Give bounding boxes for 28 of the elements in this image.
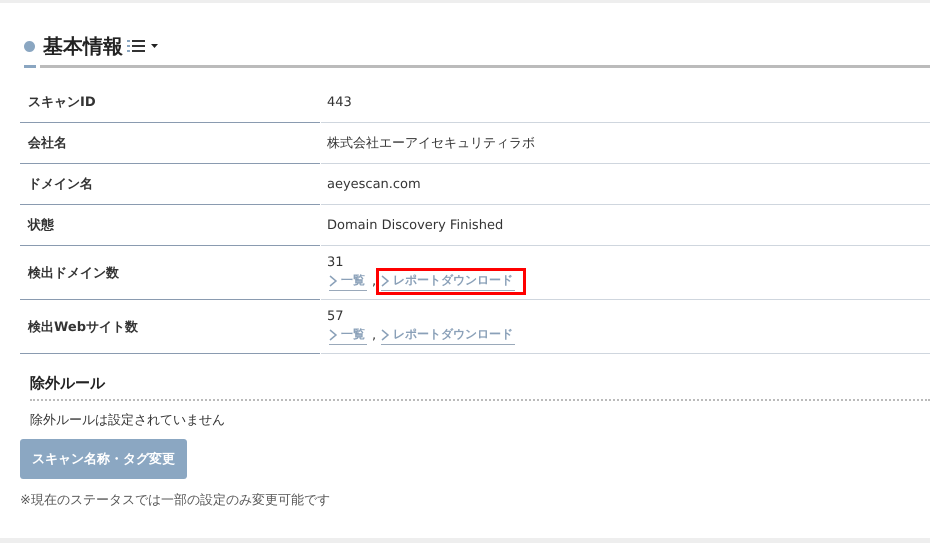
list-menu-icon[interactable] xyxy=(127,39,161,53)
field-label: ドメイン名 xyxy=(20,164,320,205)
chevron-icon xyxy=(329,274,337,286)
link[interactable]: レポートダウンロード xyxy=(381,272,516,291)
field-label: スキャンID xyxy=(20,82,320,123)
field-value: aeyescan.com xyxy=(327,176,422,192)
separator-comma: , xyxy=(372,328,376,343)
field-label: 検出ドメイン数 xyxy=(20,246,320,300)
separator-comma: , xyxy=(372,274,376,289)
chevron-icon xyxy=(381,328,390,340)
field-value: 株式会社エーアイセキュリティラボ xyxy=(327,135,536,152)
bullet-icon xyxy=(24,40,35,52)
link[interactable]: 一覧 xyxy=(329,272,367,291)
link[interactable]: レポートダウンロード xyxy=(381,326,516,345)
field-value: Domain Discovery Finished xyxy=(327,218,504,232)
field-label: 会社名 xyxy=(20,123,320,164)
field-value: 57 xyxy=(327,309,345,324)
chevron-icon xyxy=(381,274,390,286)
field-label: 検出Webサイト数 xyxy=(20,300,320,354)
field-label: 状態 xyxy=(20,205,320,246)
status-note: ※現在のステータスでは一部の設定のみ変更可能です xyxy=(20,492,331,509)
field-value: 31 xyxy=(327,255,345,270)
link[interactable]: 一覧 xyxy=(329,326,367,345)
exclusion-message: 除外ルールは設定されていません xyxy=(30,412,226,429)
section-title: 基本情報 xyxy=(43,32,123,60)
chevron-icon xyxy=(329,328,337,340)
subsection-title: 除外ルール xyxy=(30,374,930,401)
field-value: 443 xyxy=(327,94,353,110)
